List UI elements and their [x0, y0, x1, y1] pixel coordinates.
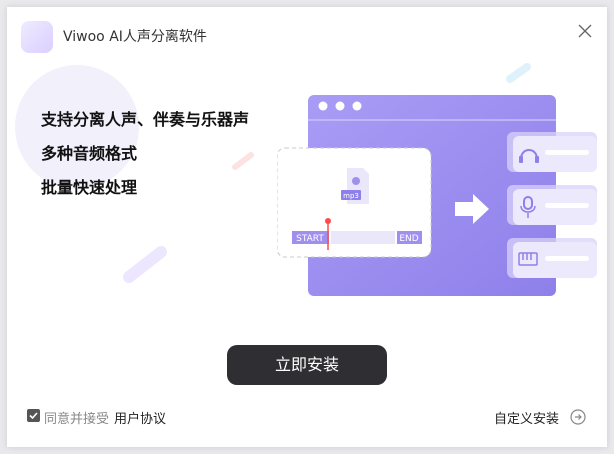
output-card-piano: [507, 238, 597, 278]
window-dot: [318, 101, 328, 111]
title-bar: Viwoo AI人声分离软件: [7, 7, 607, 59]
end-label: END: [399, 234, 418, 244]
file-icon-dot: [352, 177, 360, 185]
output-card-microphone: [507, 185, 597, 225]
waveform-icon: [26, 27, 48, 47]
agree-checkbox[interactable]: [27, 409, 40, 422]
app-logo: [21, 21, 53, 53]
start-label: START: [296, 234, 324, 244]
arrow-circle-right-icon[interactable]: [570, 409, 586, 425]
agree-text: 同意并接受: [44, 412, 110, 427]
window-dot: [352, 101, 362, 111]
install-button[interactable]: 立即安装: [227, 345, 387, 385]
app-title: Viwoo AI人声分离软件: [63, 29, 207, 45]
checkmark-icon: [29, 412, 38, 420]
deco-stroke: [506, 63, 531, 83]
feature-item: 多种音频格式: [41, 144, 138, 163]
close-icon[interactable]: [575, 21, 595, 41]
window-dot: [335, 101, 345, 111]
feature-item: 支持分离人声、伴奏与乐器声: [41, 110, 250, 129]
mp3-badge: mp3: [343, 192, 359, 200]
trim-track: [331, 231, 395, 244]
deco-stroke: [123, 246, 167, 283]
feature-list: 支持分离人声、伴奏与乐器声 多种音频格式 批量快速处理: [41, 103, 249, 205]
custom-install-link[interactable]: 自定义安装: [494, 408, 559, 427]
playhead-knob: [325, 218, 331, 224]
user-agreement-link[interactable]: 用户协议: [114, 408, 166, 427]
feature-item: 批量快速处理: [41, 178, 138, 197]
output-card-headphones: [507, 132, 597, 172]
installer-window: Viwoo AI人声分离软件 支持分离人声、伴奏与乐器声 多种音频格式 批量快速…: [7, 7, 607, 447]
feature-illustration: mp3 START END: [277, 95, 597, 296]
